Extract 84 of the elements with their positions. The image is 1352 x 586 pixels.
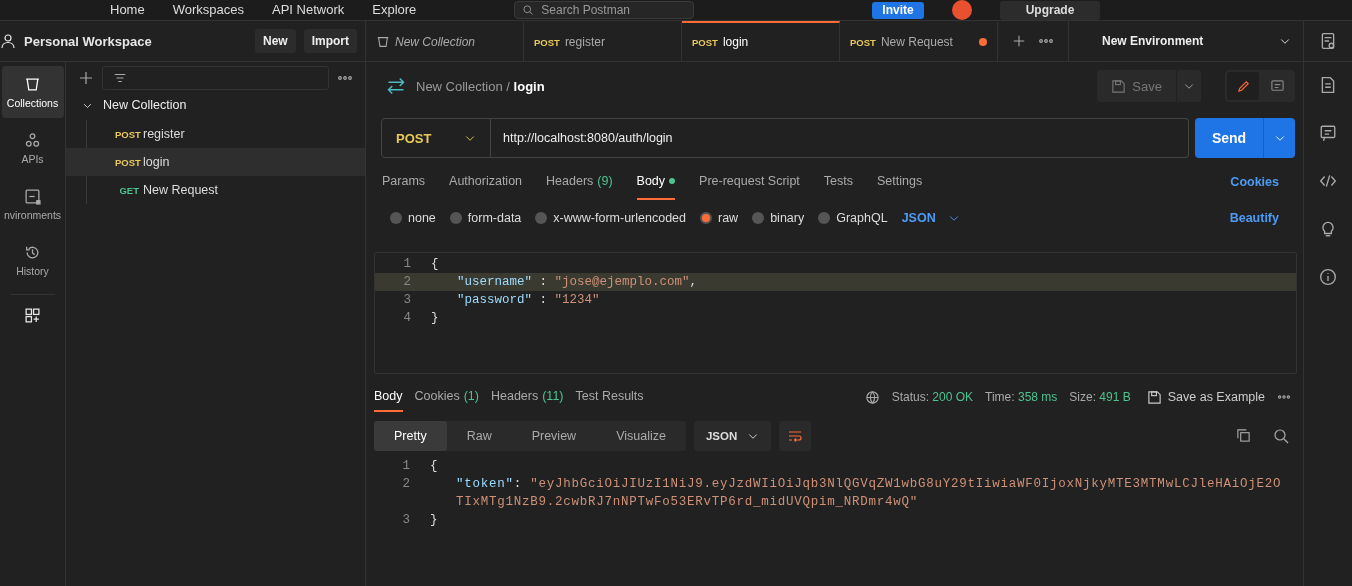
environment-select[interactable]: New Environment (1082, 21, 1304, 61)
sidebar-item[interactable]: nvironments (1, 178, 64, 230)
comment-icon (1319, 124, 1337, 142)
plus-icon (78, 70, 94, 86)
wrap-lines-icon (787, 428, 804, 444)
format-select[interactable]: JSON (693, 421, 772, 451)
view-tab[interactable]: Visualize (596, 421, 686, 451)
nav-link[interactable]: Home (110, 0, 145, 20)
response-tab[interactable]: Headers (11) (490, 382, 564, 412)
save-icon (1146, 389, 1162, 405)
edit-button[interactable] (1227, 72, 1259, 100)
response-stat: Time: 358 ms (985, 390, 1058, 404)
wrap-lines-button[interactable] (779, 421, 812, 451)
workspace-name: Personal Workspace (24, 33, 153, 49)
search-icon (1273, 428, 1289, 444)
view-tab[interactable]: Raw (446, 421, 512, 451)
request-item[interactable]: POST register (66, 120, 365, 148)
save-options-button[interactable] (1177, 70, 1201, 102)
search-field[interactable]: Search Postman (514, 1, 695, 19)
http-icon (386, 76, 406, 96)
trash-can-icon (376, 35, 390, 49)
import-button[interactable]: Import (303, 29, 357, 53)
beautify-link[interactable]: Beautify (1229, 211, 1279, 225)
request-option-tab[interactable]: Authorization (449, 164, 523, 200)
plus-icon (1012, 34, 1026, 48)
upgrade-button[interactable]: Upgrade (999, 0, 1101, 20)
pencil-icon (1235, 78, 1251, 94)
environment-icon (24, 187, 41, 205)
request-tab[interactable]: POST login (682, 21, 840, 61)
avatar[interactable] (951, 0, 972, 20)
circles-icon (24, 131, 41, 149)
response-stat: Size: 491 B (1069, 390, 1131, 404)
body-type-radio[interactable]: x-www-form-urlencoded (535, 211, 686, 225)
filter-field[interactable] (102, 66, 329, 90)
nav-link[interactable]: API Network (272, 0, 345, 20)
request-tab[interactable]: POST New Request (840, 21, 998, 61)
request-option-tab[interactable]: Headers (9) (546, 164, 613, 200)
comment-icon (1269, 78, 1285, 94)
response-tab[interactable]: Test Results (575, 382, 644, 412)
nav-link[interactable]: Explore (372, 0, 417, 20)
request-option-tab[interactable]: Settings (877, 164, 923, 200)
request-option-tab[interactable]: Pre-request Script (699, 164, 800, 200)
request-option-tab[interactable]: Tests (823, 164, 853, 200)
copy-icon (1236, 428, 1251, 443)
request-item[interactable]: POST login (66, 148, 365, 176)
cookies-link[interactable]: Cookies (1230, 175, 1279, 189)
response-stat: Status: 200 OK (891, 390, 974, 404)
invite-button[interactable]: Invite (872, 1, 924, 19)
request-item[interactable]: GET New Request (66, 176, 365, 204)
globe-icon (864, 389, 880, 405)
user-icon (0, 33, 16, 49)
sidebar-item[interactable]: History (1, 234, 64, 286)
save-icon (1111, 78, 1127, 94)
format-select[interactable]: JSON (901, 211, 960, 225)
collection-item[interactable]: New Collection (66, 90, 365, 120)
new-button[interactable]: New (254, 29, 296, 53)
response-tab[interactable]: Body (374, 382, 403, 412)
breadcrumb: New Collection / login (416, 78, 545, 94)
request-tab[interactable]: New Collection (366, 21, 524, 61)
view-tab[interactable]: Preview (511, 421, 597, 451)
body-type-radio[interactable]: form-data (449, 211, 522, 225)
url-field[interactable]: http://localhost:8080/auth/login (491, 118, 1189, 158)
save-as-example-button[interactable]: Save as Example (1146, 389, 1265, 405)
body-type-radio[interactable]: GraphQL (818, 211, 888, 225)
filter-icon (113, 71, 127, 85)
sidebar-item[interactable]: Collections (1, 66, 64, 118)
body-type-radio[interactable]: raw (700, 211, 739, 225)
body-type-radio[interactable]: binary (752, 211, 805, 225)
request-option-tab[interactable]: Params (382, 164, 426, 200)
method-select[interactable]: POST (381, 118, 491, 158)
info-icon (1319, 268, 1337, 286)
add-apps-icon (24, 307, 41, 324)
response-tab[interactable]: Cookies (1) (414, 382, 479, 412)
body-type-radio[interactable]: none (390, 211, 436, 225)
request-option-tab[interactable]: Body (636, 164, 676, 200)
sidebar-item[interactable]: APIs (1, 122, 64, 174)
document-icon (1319, 76, 1337, 94)
nav-link[interactable]: Workspaces (172, 0, 244, 20)
response-body: 1 { 2 "token": "eyJhbGciOiJIUzI1NiJ9.eyJzdWIiOiJqb3NlQGVqZW1wbG8uY29tIiwiaWF0IjoxNjkyMTE3MTMwLCJleHAiOjE2OTIxMTg1NzB9.2cwbRJ7nNPTwFo53ERvTP6rd_midUVQpim_NRDmr4wQ" 3 } (401, 458, 1283, 529)
lightbulb-icon (1319, 220, 1337, 238)
code-editor[interactable]: 1 { 2 "username" : "jose@ejemplo.com", 3 "password" : "1234" 4 } (374, 252, 1297, 374)
code-icon (1319, 172, 1337, 190)
view-tab[interactable]: Pretty (374, 421, 447, 451)
environment-quick-look-icon (1319, 32, 1337, 50)
